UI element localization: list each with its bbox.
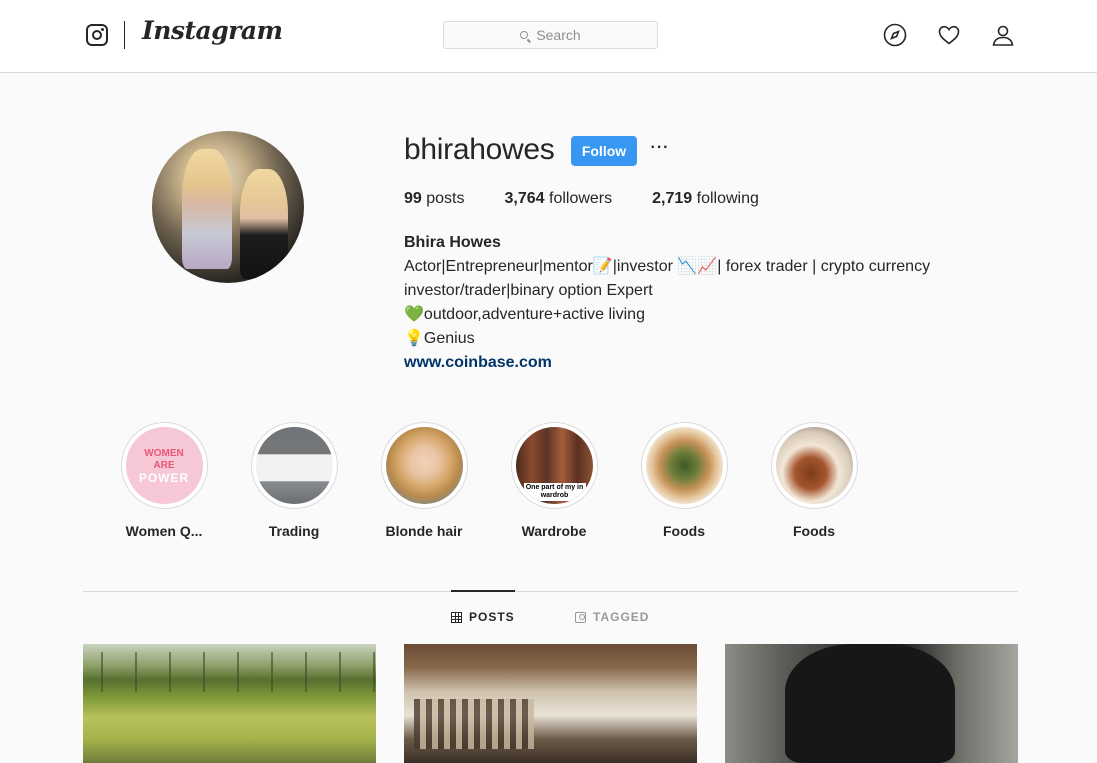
bio-line-4: 💡Genius xyxy=(404,330,475,347)
profile-avatar[interactable] xyxy=(152,131,304,283)
logo-divider xyxy=(124,21,125,49)
tab-tagged[interactable]: TAGGED xyxy=(575,610,649,624)
followers-count-label: followers xyxy=(549,190,613,207)
tab-posts-label: POSTS xyxy=(469,610,515,624)
profile-username: bhirahowes xyxy=(404,133,555,166)
posts-count-label: posts xyxy=(426,190,465,207)
highlight-ring xyxy=(380,422,468,509)
highlight-wardrobe[interactable]: One part of my in wardrob Wardrobe xyxy=(489,422,619,539)
highlight-thumbnail xyxy=(645,427,723,504)
posts-count-value: 99 xyxy=(404,190,422,207)
tagged-icon xyxy=(575,611,586,623)
avatar-person-right xyxy=(240,169,288,279)
profile-stats: 99 posts 3,764 followers 2,719 following xyxy=(404,190,799,208)
top-navigation-bar: Instagram Search xyxy=(0,0,1097,73)
post-thumbnail[interactable] xyxy=(404,644,697,763)
profile-website-link[interactable]: www.coinbase.com xyxy=(404,351,964,375)
following-count[interactable]: 2,719 following xyxy=(652,190,759,208)
highlight-label: Foods xyxy=(663,523,705,539)
tab-posts[interactable]: POSTS xyxy=(451,610,515,624)
more-options-icon[interactable]: ··· xyxy=(648,137,672,163)
highlight-ring xyxy=(640,422,728,509)
highlight-label: Trading xyxy=(268,523,320,539)
instagram-camera-icon[interactable] xyxy=(86,24,108,46)
search-input[interactable]: Search xyxy=(443,21,658,49)
following-count-value: 2,719 xyxy=(652,190,693,207)
profile-bio: Bhira Howes Actor|Entrepreneur|mentor📝|i… xyxy=(404,231,964,375)
highlight-trading[interactable]: Trading xyxy=(229,422,359,539)
highlight-ring xyxy=(250,422,338,509)
tab-tagged-label: TAGGED xyxy=(593,610,650,624)
highlight-thumbnail xyxy=(385,427,463,504)
highlight-blonde-hair[interactable]: Blonde hair xyxy=(359,422,489,539)
avatar-person-left xyxy=(182,149,232,269)
followers-count[interactable]: 3,764 followers xyxy=(505,190,613,208)
post-image-detail xyxy=(785,644,955,763)
highlight-ring: One part of my in wardrob xyxy=(510,422,598,509)
highlight-thumbnail xyxy=(255,427,333,504)
women-thumb-line-1: WOMEN xyxy=(144,447,184,459)
wardrobe-thumb-caption: One part of my in wardrob xyxy=(523,483,586,501)
post-image-detail xyxy=(83,652,376,692)
tabs-divider xyxy=(83,591,1018,592)
following-count-label: following xyxy=(696,190,759,207)
posts-count: 99 posts xyxy=(404,190,465,208)
highlight-foods-2[interactable]: Foods xyxy=(749,422,879,539)
heart-icon[interactable] xyxy=(937,23,961,47)
highlight-label: Blonde hair xyxy=(385,523,463,539)
bio-line-3: 💚outdoor,adventure+active living xyxy=(404,306,645,323)
grid-icon xyxy=(451,611,462,623)
bio-line-2: investor/trader|binary option Expert xyxy=(404,282,653,299)
search-icon xyxy=(520,31,529,39)
highlight-ring xyxy=(770,422,858,509)
explore-icon[interactable] xyxy=(883,23,907,47)
highlight-thumbnail: One part of my in wardrob xyxy=(515,427,593,504)
post-image-detail xyxy=(414,699,534,749)
followers-count-value: 3,764 xyxy=(504,190,545,207)
women-thumb-line-3: POWER xyxy=(138,470,190,485)
post-thumbnail[interactable] xyxy=(725,644,1018,763)
post-thumbnail[interactable] xyxy=(83,644,376,763)
profile-icon[interactable] xyxy=(991,23,1015,47)
highlight-thumbnail: WOMEN ARE POWER xyxy=(125,427,203,504)
active-tab-indicator xyxy=(451,590,515,592)
highlight-label: Foods xyxy=(793,523,835,539)
highlight-women-queens[interactable]: WOMEN ARE POWER Women Q... xyxy=(99,422,229,539)
search-placeholder: Search xyxy=(536,27,581,43)
women-thumb-line-2: ARE xyxy=(153,459,175,471)
highlight-label: Women Q... xyxy=(125,523,203,539)
highlight-ring: WOMEN ARE POWER xyxy=(120,422,208,509)
highlight-label: Wardrobe xyxy=(521,523,587,539)
bio-line-1: Actor|Entrepreneur|mentor📝|investor 📉📈| … xyxy=(404,258,931,275)
highlight-thumbnail xyxy=(775,427,853,504)
highlight-foods-1[interactable]: Foods xyxy=(619,422,749,539)
profile-full-name: Bhira Howes xyxy=(404,234,501,251)
follow-button[interactable]: Follow xyxy=(571,136,637,166)
instagram-wordmark-logo[interactable]: Instagram xyxy=(142,16,283,45)
